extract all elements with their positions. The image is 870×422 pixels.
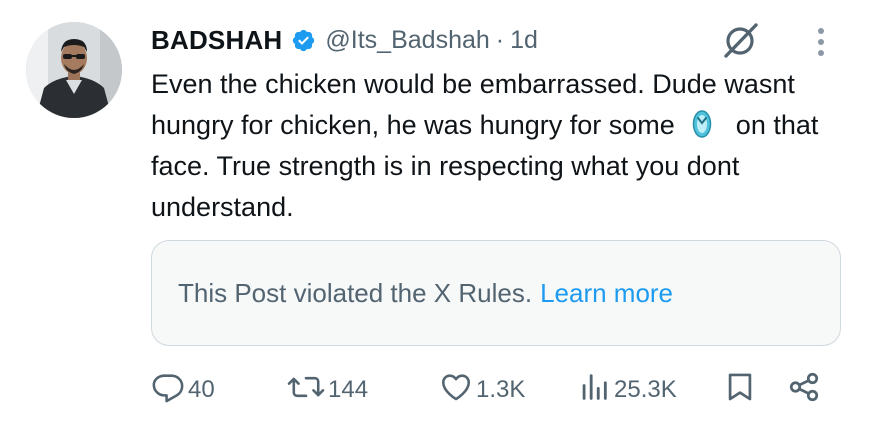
share-icon: [787, 370, 821, 411]
violation-notice-text: This Post violated the X Rules.: [178, 277, 533, 308]
author-name[interactable]: BADSHAH: [151, 25, 282, 56]
like-icon: [439, 370, 473, 411]
views-count: 25.3K: [614, 376, 677, 403]
reply-button[interactable]: 40: [151, 366, 215, 414]
flip-flop-icon: [686, 109, 718, 139]
bookmark-icon: [723, 370, 757, 411]
reply-icon: [151, 370, 185, 411]
verified-badge-icon: [291, 28, 316, 53]
grok-icon[interactable]: [718, 18, 764, 62]
views-button[interactable]: 25.3K: [577, 366, 677, 414]
like-button[interactable]: 1.3K: [439, 366, 525, 414]
tweet-text: Even the chicken would be embarrassed. D…: [151, 64, 841, 228]
post-time[interactable]: 1d: [510, 26, 538, 55]
views-icon: [577, 370, 611, 411]
tweet-header: BADSHAH @Its_Badshah · 1d: [151, 22, 538, 58]
violation-notice: This Post violated the X Rules. Learn mo…: [151, 240, 841, 346]
repost-button[interactable]: 144: [287, 366, 368, 414]
like-count: 1.3K: [476, 376, 526, 403]
more-vertical-icon[interactable]: [806, 22, 836, 62]
reply-count: 40: [188, 376, 215, 403]
repost-icon: [287, 370, 325, 411]
separator-dot: ·: [495, 25, 505, 54]
author-handle[interactable]: @Its_Badshah: [325, 26, 489, 55]
learn-more-link[interactable]: Learn more: [540, 278, 673, 309]
repost-count: 144: [328, 376, 369, 403]
action-bar: 40 144 1.3K 25.3K: [151, 366, 851, 414]
bookmark-button[interactable]: [723, 366, 757, 414]
share-button[interactable]: [787, 366, 821, 414]
avatar[interactable]: [26, 22, 122, 118]
